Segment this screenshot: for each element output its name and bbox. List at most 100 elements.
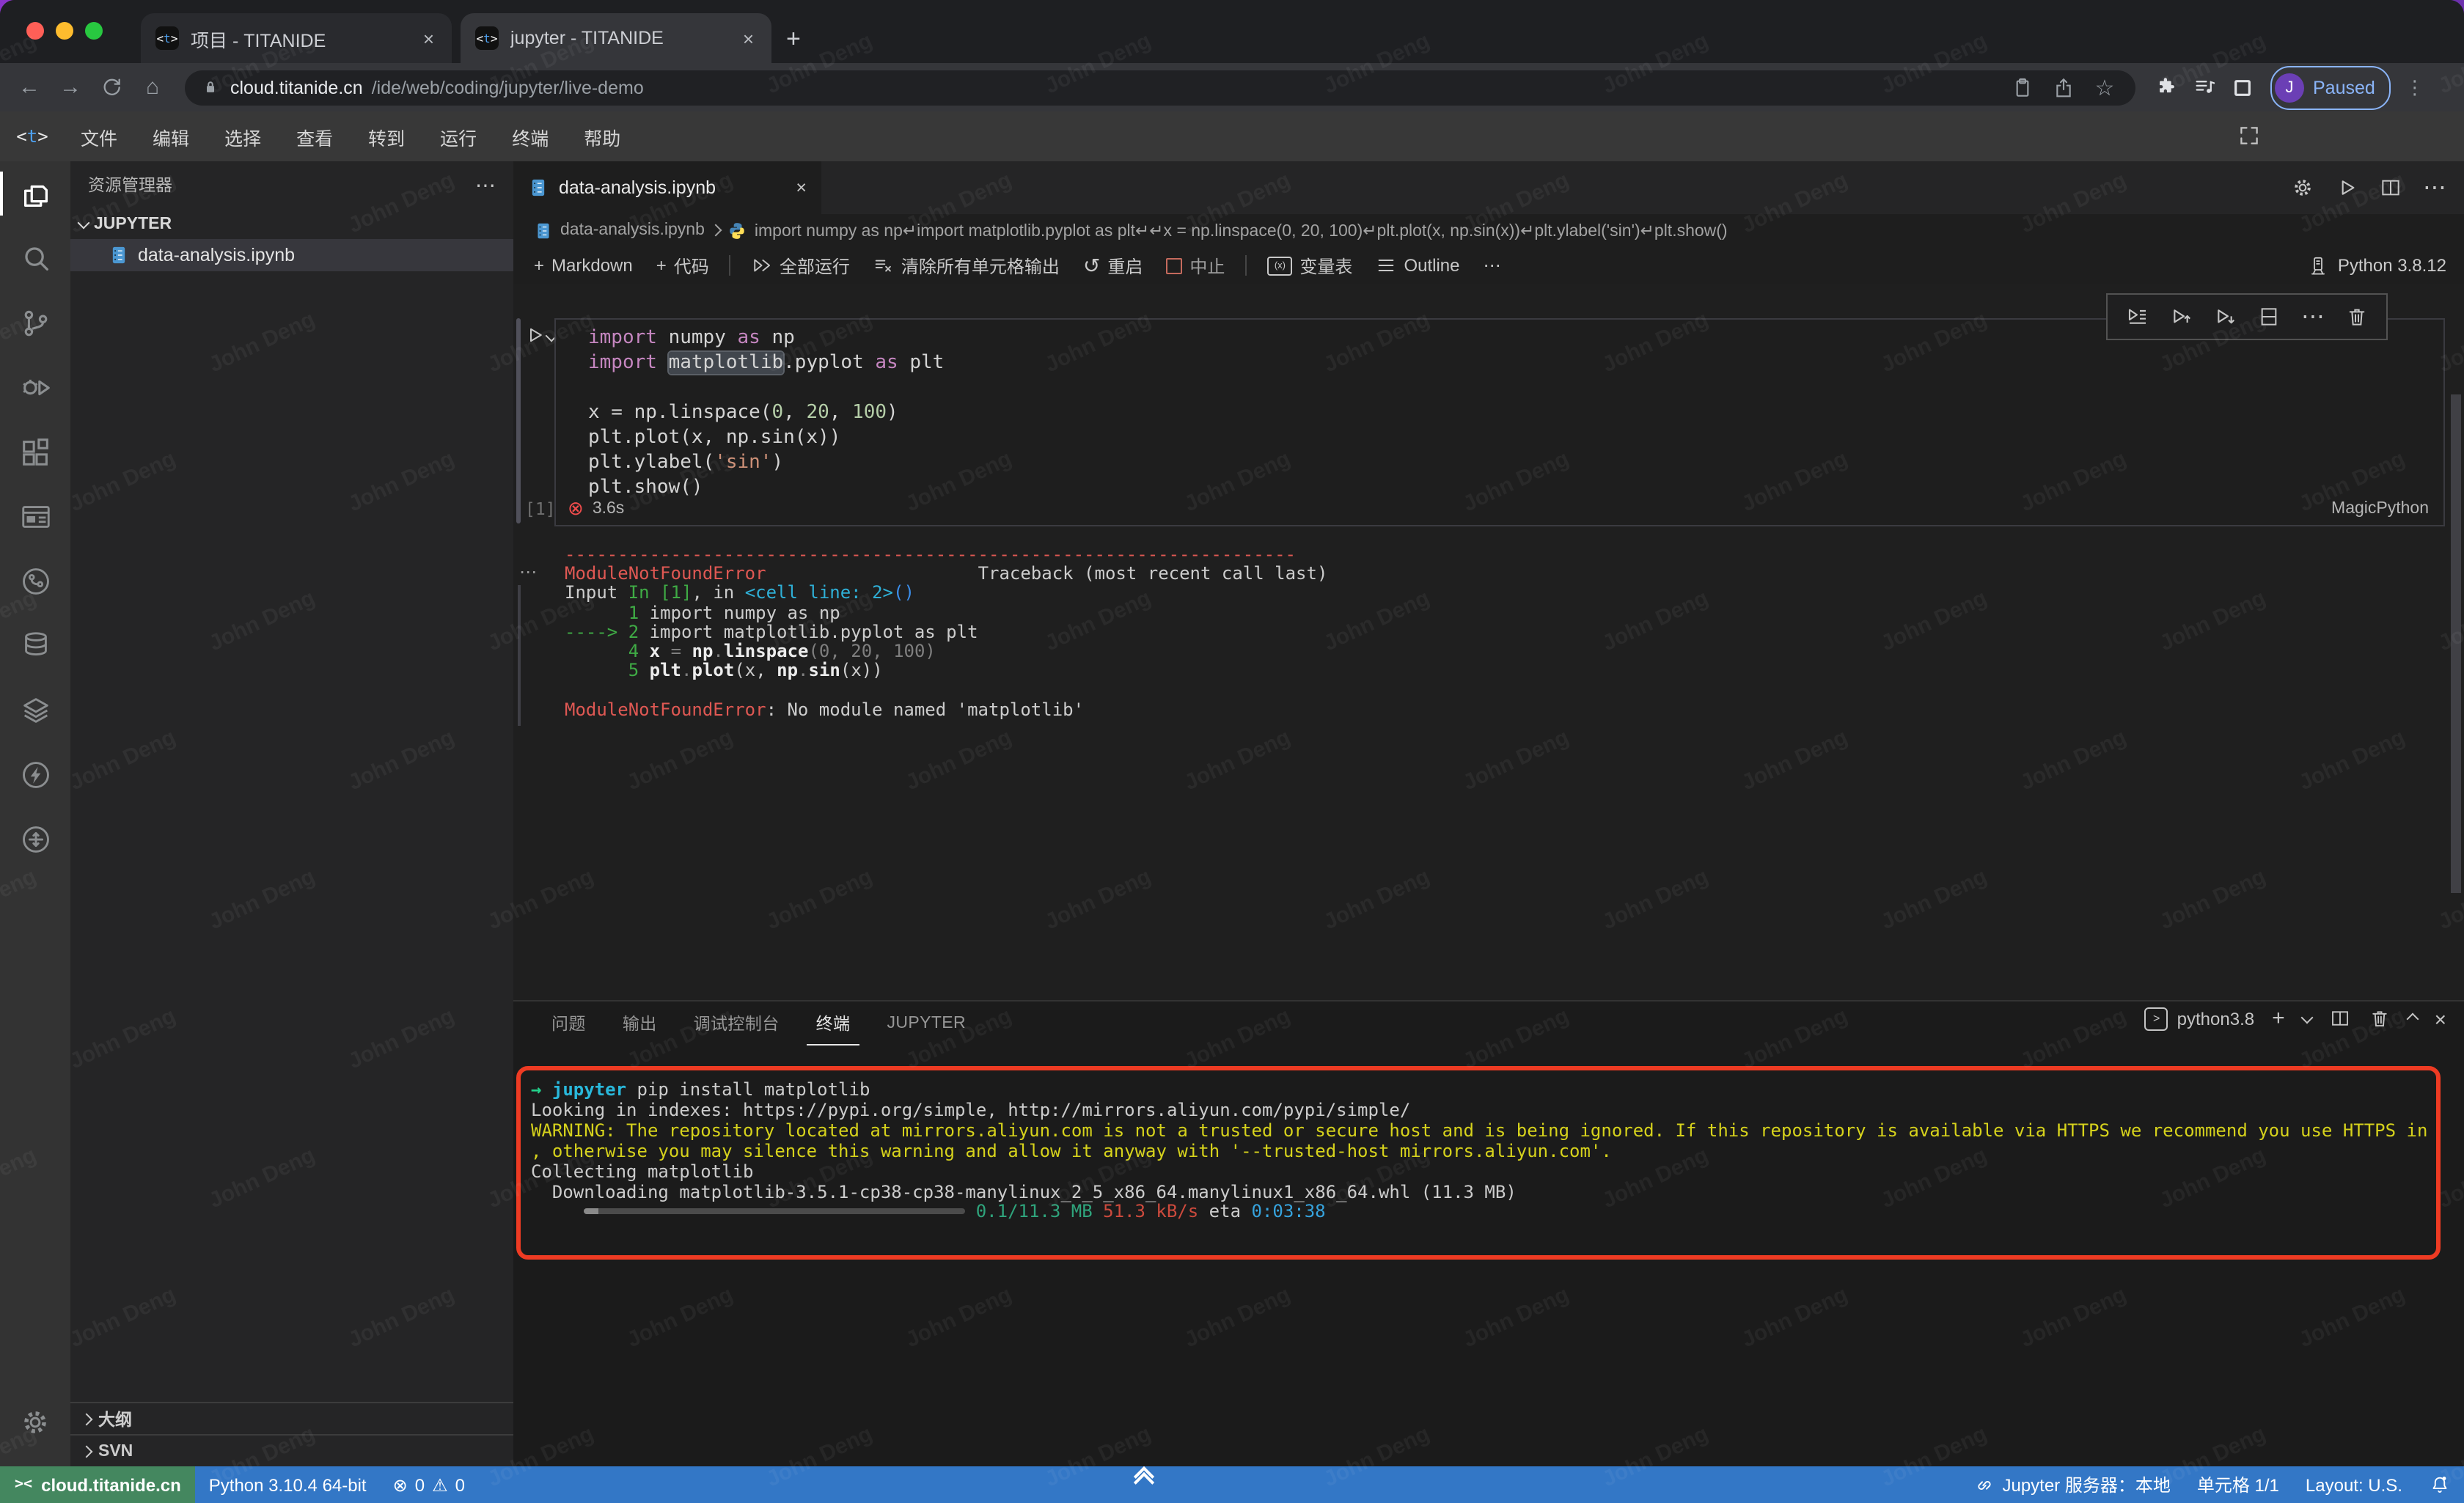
breadcrumb-file[interactable]: data-analysis.ipynb bbox=[560, 221, 705, 239]
terminal-instance[interactable]: > python3.8 bbox=[2145, 1007, 2254, 1030]
activitybar-explorer[interactable] bbox=[0, 161, 70, 226]
panel-tab-debug-console[interactable]: 调试控制台 bbox=[685, 1003, 788, 1044]
extensions-puzzle-icon[interactable] bbox=[2150, 71, 2182, 103]
profile-button[interactable]: J Paused bbox=[2270, 65, 2391, 109]
code-cell[interactable]: import numpy as npimport matplotlib.pypl… bbox=[554, 318, 2445, 526]
run-cell-button[interactable] bbox=[524, 324, 556, 346]
run-cells-below-icon[interactable] bbox=[2213, 305, 2237, 328]
menu-help[interactable]: 帮助 bbox=[568, 117, 637, 156]
clipboard-icon[interactable] bbox=[2006, 71, 2039, 103]
activitybar-run-debug[interactable] bbox=[0, 355, 70, 419]
forward-icon[interactable]: → bbox=[53, 70, 88, 105]
notebook-settings-gear-icon[interactable] bbox=[2291, 176, 2314, 199]
terminal-output[interactable]: → jupyter pip install matplotlibLooking … bbox=[531, 1081, 2429, 1224]
outline-section[interactable]: 大纲 bbox=[70, 1402, 513, 1434]
activitybar-gateway[interactable] bbox=[0, 806, 70, 871]
explorer-section-jupyter[interactable]: JUPYTER bbox=[70, 208, 513, 239]
file-item-notebook[interactable]: data-analysis.ipynb bbox=[70, 239, 513, 271]
menu-goto[interactable]: 转到 bbox=[352, 117, 421, 156]
close-panel-icon[interactable]: × bbox=[2435, 1007, 2446, 1030]
menu-selection[interactable]: 选择 bbox=[208, 117, 277, 156]
python-interpreter-status[interactable]: Python 3.10.4 64-bit bbox=[196, 1474, 380, 1495]
share-icon[interactable] bbox=[2047, 71, 2080, 103]
execute-above-icon[interactable] bbox=[2125, 305, 2149, 328]
restart-kernel-button[interactable]: ↺重启 bbox=[1074, 250, 1152, 281]
back-icon[interactable]: ← bbox=[12, 70, 47, 105]
browser-tab-project[interactable]: <t> 项目 - TITANIDE × bbox=[141, 13, 452, 63]
activitybar-source-control[interactable] bbox=[0, 290, 70, 355]
add-code-button[interactable]: +代码 bbox=[648, 250, 718, 281]
close-window-button[interactable] bbox=[26, 22, 44, 40]
home-icon[interactable]: ⌂ bbox=[135, 70, 170, 105]
run-all-button[interactable]: 全部运行 bbox=[743, 250, 859, 281]
cell-more-actions-icon[interactable]: ⋯ bbox=[2301, 302, 2325, 331]
clear-outputs-button[interactable]: 清除所有单元格输出 bbox=[865, 250, 1068, 281]
menu-run[interactable]: 运行 bbox=[424, 117, 493, 156]
add-markdown-button[interactable]: +Markdown bbox=[525, 252, 642, 279]
editor-tab-notebook[interactable]: data-analysis.ipynb × bbox=[513, 161, 821, 214]
keyboard-layout-status[interactable]: Layout: U.S. bbox=[2292, 1474, 2416, 1495]
delete-cell-icon[interactable] bbox=[2345, 305, 2369, 328]
jupyter-server-status[interactable]: Jupyter 服务器：本地 bbox=[1961, 1472, 2183, 1497]
manage-button[interactable] bbox=[0, 1393, 70, 1452]
outline-button[interactable]: Outline bbox=[1367, 252, 1468, 279]
panel-tab-jupyter[interactable]: JUPYTER bbox=[878, 1006, 975, 1041]
breadcrumb-cell-preview[interactable]: import numpy as np↵import matplotlib.pyp… bbox=[755, 220, 1728, 240]
output-collapse-button[interactable]: ⋯ bbox=[519, 562, 538, 582]
activitybar-thunder[interactable] bbox=[0, 742, 70, 806]
editor-more-actions-icon[interactable]: ⋯ bbox=[2423, 173, 2446, 202]
split-cell-icon[interactable] bbox=[2257, 305, 2281, 328]
cell-language-picker[interactable]: MagicPython bbox=[2331, 500, 2429, 518]
terminal-dropdown-chevron-icon[interactable] bbox=[2300, 1011, 2313, 1024]
new-tab-button[interactable]: + bbox=[786, 25, 801, 54]
reading-list-icon[interactable] bbox=[2188, 71, 2221, 103]
split-editor-icon[interactable] bbox=[2379, 176, 2402, 199]
new-terminal-icon[interactable]: + bbox=[2272, 1006, 2285, 1031]
browser-menu-kebab-icon[interactable]: ⋮ bbox=[2397, 70, 2432, 105]
reload-icon[interactable] bbox=[94, 70, 129, 105]
notifications-bell-icon[interactable] bbox=[2416, 1474, 2464, 1496]
activitybar-database[interactable] bbox=[0, 613, 70, 677]
restore-panel-chevrons[interactable] bbox=[1137, 1469, 1151, 1490]
cell-position-status[interactable]: 单元格 1/1 bbox=[2184, 1472, 2292, 1497]
split-terminal-icon[interactable] bbox=[2329, 1007, 2351, 1029]
interrupt-button[interactable]: 中止 bbox=[1157, 250, 1233, 281]
activitybar-preview[interactable] bbox=[0, 484, 70, 548]
browser-tab-jupyter[interactable]: <t> jupyter - TITANIDE × bbox=[461, 13, 771, 63]
sidebar-more-actions-icon[interactable]: ⋯ bbox=[475, 172, 496, 197]
run-cells-above-icon[interactable] bbox=[2169, 305, 2193, 328]
editor-scrollbar[interactable] bbox=[2451, 394, 2461, 893]
maximize-panel-chevron-icon[interactable] bbox=[2406, 1013, 2419, 1025]
minimize-window-button[interactable] bbox=[56, 22, 73, 40]
activitybar-search[interactable] bbox=[0, 226, 70, 290]
menu-terminal[interactable]: 终端 bbox=[496, 117, 565, 156]
kill-terminal-icon[interactable] bbox=[2369, 1007, 2391, 1029]
close-tab-icon[interactable]: × bbox=[420, 27, 437, 49]
bookmark-star-icon[interactable]: ☆ bbox=[2089, 71, 2121, 103]
activitybar-extensions[interactable] bbox=[0, 419, 70, 484]
menu-view[interactable]: 查看 bbox=[280, 117, 349, 156]
address-bar[interactable]: cloud.titanide.cn/ide/web/coding/jupyter… bbox=[185, 70, 2135, 105]
maximize-window-button[interactable] bbox=[85, 22, 103, 40]
panel-tab-output[interactable]: 输出 bbox=[614, 1003, 666, 1044]
notebook-scroll-area[interactable]: import numpy as npimport matplotlib.pypl… bbox=[513, 284, 2464, 1000]
problems-status[interactable]: ⊗ 0 ⚠ 0 bbox=[380, 1474, 478, 1495]
toolbar-more-icon[interactable]: ⋯ bbox=[1475, 255, 1510, 276]
macos-window-controls[interactable] bbox=[26, 22, 103, 40]
cell-code-editor[interactable]: import numpy as npimport matplotlib.pypl… bbox=[588, 326, 944, 500]
panel-tab-terminal[interactable]: 终端 bbox=[807, 1002, 859, 1045]
activitybar-git-graph[interactable] bbox=[0, 548, 70, 613]
fullscreen-icon[interactable] bbox=[2237, 123, 2262, 148]
menu-file[interactable]: 文件 bbox=[65, 117, 133, 156]
svn-section[interactable]: SVN bbox=[70, 1434, 513, 1466]
run-notebook-icon[interactable] bbox=[2335, 176, 2358, 199]
variables-button[interactable]: (x)变量表 bbox=[1258, 250, 1361, 281]
menu-edit[interactable]: 编辑 bbox=[136, 117, 205, 156]
activitybar-layers[interactable] bbox=[0, 677, 70, 742]
side-panel-icon[interactable] bbox=[2226, 71, 2259, 103]
kernel-picker[interactable]: Python 3.8.12 bbox=[2307, 254, 2452, 276]
close-tab-icon[interactable]: × bbox=[740, 27, 757, 49]
remote-indicator[interactable]: >< cloud.titanide.cn bbox=[0, 1466, 196, 1503]
breadcrumb[interactable]: data-analysis.ipynb import numpy as np↵i… bbox=[513, 214, 2464, 246]
close-editor-tab-icon[interactable]: × bbox=[796, 177, 807, 198]
